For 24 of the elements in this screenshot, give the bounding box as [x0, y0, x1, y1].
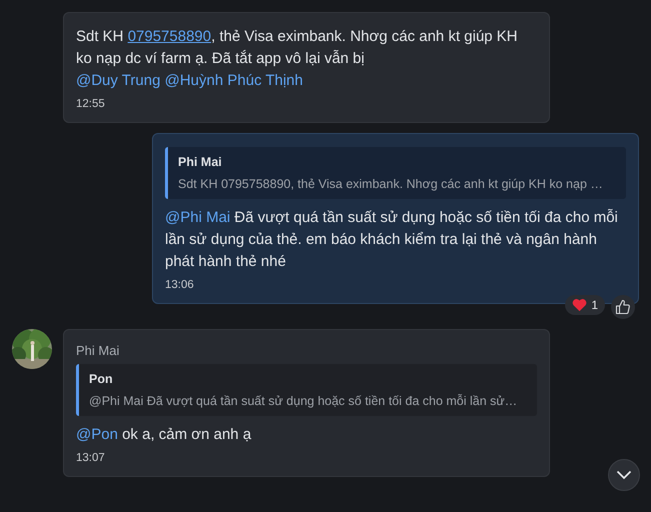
mention-link[interactable]: @Huỳnh Phúc Thịnh — [164, 72, 303, 89]
quote-author: Phi Mai — [178, 155, 223, 169]
quote-text: Sdt KH 0795758890, thẻ Visa eximbank. Nhơg các anh kt giúp KH ko nạp … — [178, 177, 604, 191]
message-text: Sdt KH 0795758890, thẻ Visa eximbank. Nhơg các anh kt giúp KH ko nạp dc ví farm ạ. Đã tắt app vô lại vẫn bị @Duy Trung @Huỳnh Phúc Thịnh — [76, 27, 519, 91]
add-reaction-button[interactable] — [611, 295, 635, 319]
heart-icon — [572, 298, 588, 312]
message-text: @Pon ok a, cảm ơn anh ạ — [76, 425, 252, 445]
message-time: 12:55 — [76, 98, 106, 110]
quote-author: Pon — [89, 372, 114, 386]
reaction-button[interactable]: 1 — [565, 295, 605, 315]
mention-link[interactable]: @Duy Trung — [76, 72, 160, 89]
message-text: @Phi Mai Đã vượt quá tần suất sử dụng hoặc số tiền tối đa cho mỗi lần sử dụng của thẻ. em báo khách kiểm tra lại thẻ và ngân hành phát hành thẻ nhé — [165, 208, 619, 272]
mention-link[interactable]: @Phi Mai — [165, 209, 230, 226]
quoted-message[interactable]: Phi Mai Sdt KH 0795758890, thẻ Visa eximbank. Nhơg các anh kt giúp KH ko nạp … — [165, 147, 626, 199]
quote-text: @Phi Mai Đã vượt quá tần suất sử dụng hoặc số tiền tối đa cho mỗi lần sử… — [89, 394, 518, 408]
mention-link[interactable]: @Pon — [76, 426, 118, 443]
scroll-down-button[interactable] — [608, 459, 640, 491]
message-time: 13:06 — [165, 279, 195, 291]
message-time: 13:07 — [76, 452, 106, 464]
sender-name: Phi Mai — [76, 343, 120, 358]
phone-link[interactable]: 0795758890 — [128, 28, 212, 45]
thumbs-up-icon — [615, 299, 631, 315]
quoted-message[interactable]: Pon @Phi Mai Đã vượt quá tần suất sử dụng hoặc số tiền tối đa cho mỗi lần sử… — [76, 364, 537, 416]
chevron-down-icon — [616, 470, 632, 480]
